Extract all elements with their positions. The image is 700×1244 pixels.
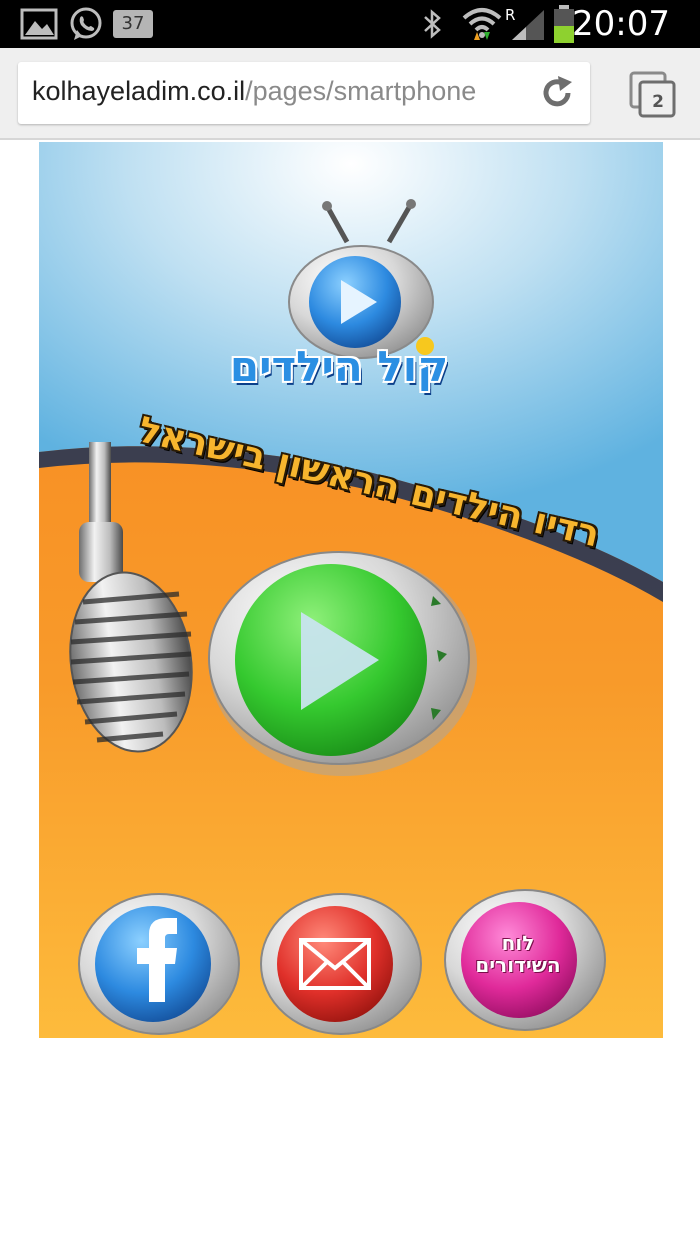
whatsapp-icon [70, 7, 102, 40]
schedule-label-line1: לוח [501, 931, 535, 955]
address-bar[interactable]: kolhayeladim.co.il/pages/smartphone [18, 62, 590, 124]
signal-icon [512, 10, 544, 40]
status-bar: 37 R 20:07 [0, 0, 700, 48]
clock: 20:07 [572, 4, 670, 44]
browser-toolbar: kolhayeladim.co.il/pages/smartphone 2 [0, 48, 700, 140]
url-path: /pages/smartphone [245, 76, 477, 106]
reload-icon[interactable] [538, 74, 576, 112]
tab-count: 2 [652, 92, 664, 112]
gallery-icon [20, 8, 58, 40]
email-button[interactable] [261, 894, 421, 1034]
notification-count-badge: 37 [113, 10, 153, 38]
url-domain: kolhayeladim.co.il [32, 76, 246, 106]
schedule-label-line2: השידורים [475, 953, 561, 977]
radio-app-banner: קול הילדים רדיו הילדים הראשון בישראל לוח… [39, 142, 663, 1038]
wifi-icon [462, 8, 502, 40]
play-radio-button[interactable] [209, 552, 471, 766]
logo-title: קול הילדים [229, 342, 449, 391]
bluetooth-icon [424, 9, 441, 39]
url-text[interactable]: kolhayeladim.co.il/pages/smartphone [32, 76, 538, 107]
schedule-button-label: לוח השידורים [456, 932, 580, 976]
facebook-button[interactable] [79, 894, 239, 1034]
